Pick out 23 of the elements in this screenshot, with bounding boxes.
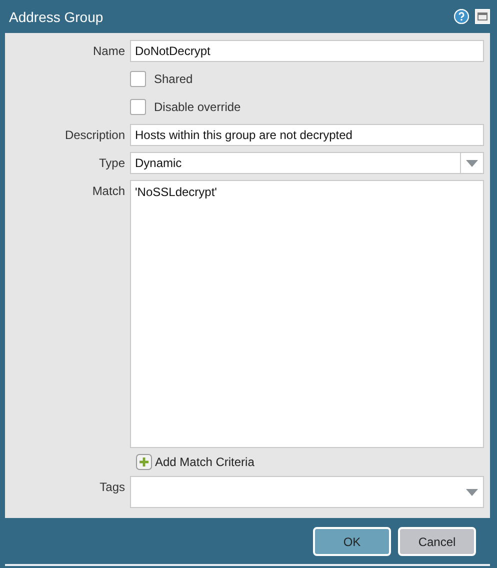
cancel-button[interactable]: Cancel	[398, 527, 476, 556]
help-icon[interactable]	[454, 9, 469, 24]
window-title: Address Group	[9, 8, 104, 24]
caret-icon	[466, 488, 478, 496]
field-label: Description	[64, 128, 125, 142]
ok-button[interactable]: OK	[313, 527, 391, 556]
name-field[interactable]: DoNotDecrypt	[130, 40, 484, 62]
checkbox[interactable]	[130, 99, 146, 115]
window-icon[interactable]	[475, 9, 490, 24]
field-label: Type	[98, 156, 125, 170]
type-dropdown[interactable]: Dynamic	[130, 152, 484, 174]
checkbox-label: Shared	[154, 72, 193, 86]
field-label: Tags	[98, 479, 125, 494]
tags-field[interactable]	[130, 476, 484, 508]
match-field[interactable]: 'NoSSLdecrypt'	[130, 180, 484, 448]
checkbox[interactable]	[130, 71, 146, 87]
add-match-criteria-link[interactable]: Add Match Criteria	[130, 454, 484, 470]
field-label: Name	[92, 44, 125, 58]
description-field[interactable]: Hosts within this group are not decrypted	[130, 124, 484, 146]
plus-icon	[136, 454, 152, 470]
checkbox-label: Disable override	[154, 100, 241, 114]
caret-icon	[466, 160, 478, 166]
field-label: Match	[91, 183, 125, 198]
